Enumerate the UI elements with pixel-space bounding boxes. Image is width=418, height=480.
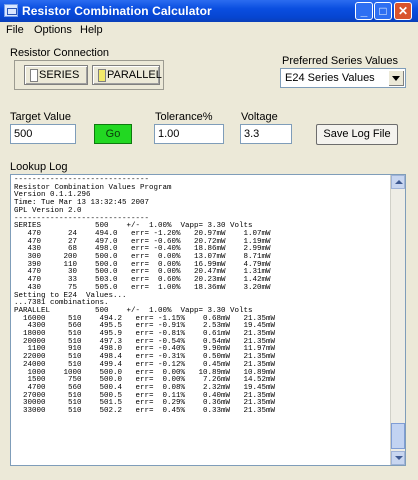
maximize-button[interactable]: □ bbox=[374, 2, 392, 20]
window-title: Resistor Combination Calculator bbox=[22, 4, 212, 18]
scroll-up-icon[interactable] bbox=[391, 175, 405, 189]
menu-bar: File Options Help bbox=[0, 22, 418, 40]
menu-options[interactable]: Options bbox=[34, 24, 72, 36]
save-log-file-button[interactable]: Save Log File bbox=[316, 124, 398, 145]
parallel-label: PARALLEL bbox=[107, 69, 162, 81]
target-value-input[interactable]: 500 bbox=[10, 124, 76, 144]
lookup-log[interactable]: ------------------------------ Resistor … bbox=[10, 174, 406, 466]
tolerance-label: Tolerance% bbox=[155, 111, 213, 123]
preferred-series-value: E24 Series Values bbox=[285, 72, 375, 84]
log-scrollbar[interactable] bbox=[390, 175, 405, 465]
lookup-log-heading: Lookup Log bbox=[10, 161, 68, 173]
resistor-connection-heading: Resistor Connection bbox=[10, 47, 110, 59]
title-bar[interactable]: Resistor Combination Calculator _ □ ✕ bbox=[0, 0, 418, 22]
series-label: SERIES bbox=[39, 69, 80, 81]
voltage-input[interactable]: 3.3 bbox=[240, 124, 292, 144]
lookup-log-text: ------------------------------ Resistor … bbox=[14, 176, 276, 416]
voltage-label: Voltage bbox=[241, 111, 278, 123]
chevron-down-icon[interactable] bbox=[388, 70, 404, 86]
scroll-down-icon[interactable] bbox=[391, 451, 405, 465]
series-radio[interactable]: SERIES bbox=[24, 65, 88, 85]
preferred-series-select[interactable]: E24 Series Values bbox=[280, 68, 406, 88]
close-button[interactable]: ✕ bbox=[394, 2, 412, 20]
preferred-series-heading: Preferred Series Values bbox=[282, 55, 398, 67]
series-radio-indicator bbox=[30, 69, 38, 82]
parallel-radio[interactable]: PARALLEL bbox=[92, 65, 162, 85]
tolerance-input[interactable]: 1.00 bbox=[154, 124, 224, 144]
scroll-thumb[interactable] bbox=[391, 423, 405, 449]
log-line: 33000 510 502.2 err= 0.45% 0.33mW 21.35m… bbox=[14, 407, 276, 416]
app-icon bbox=[4, 4, 18, 17]
parallel-radio-indicator bbox=[98, 69, 106, 82]
target-value-label: Target Value bbox=[10, 111, 71, 123]
minimize-button[interactable]: _ bbox=[355, 2, 373, 20]
go-button[interactable]: Go bbox=[94, 124, 132, 144]
menu-file[interactable]: File bbox=[6, 24, 24, 36]
menu-help[interactable]: Help bbox=[80, 24, 103, 36]
